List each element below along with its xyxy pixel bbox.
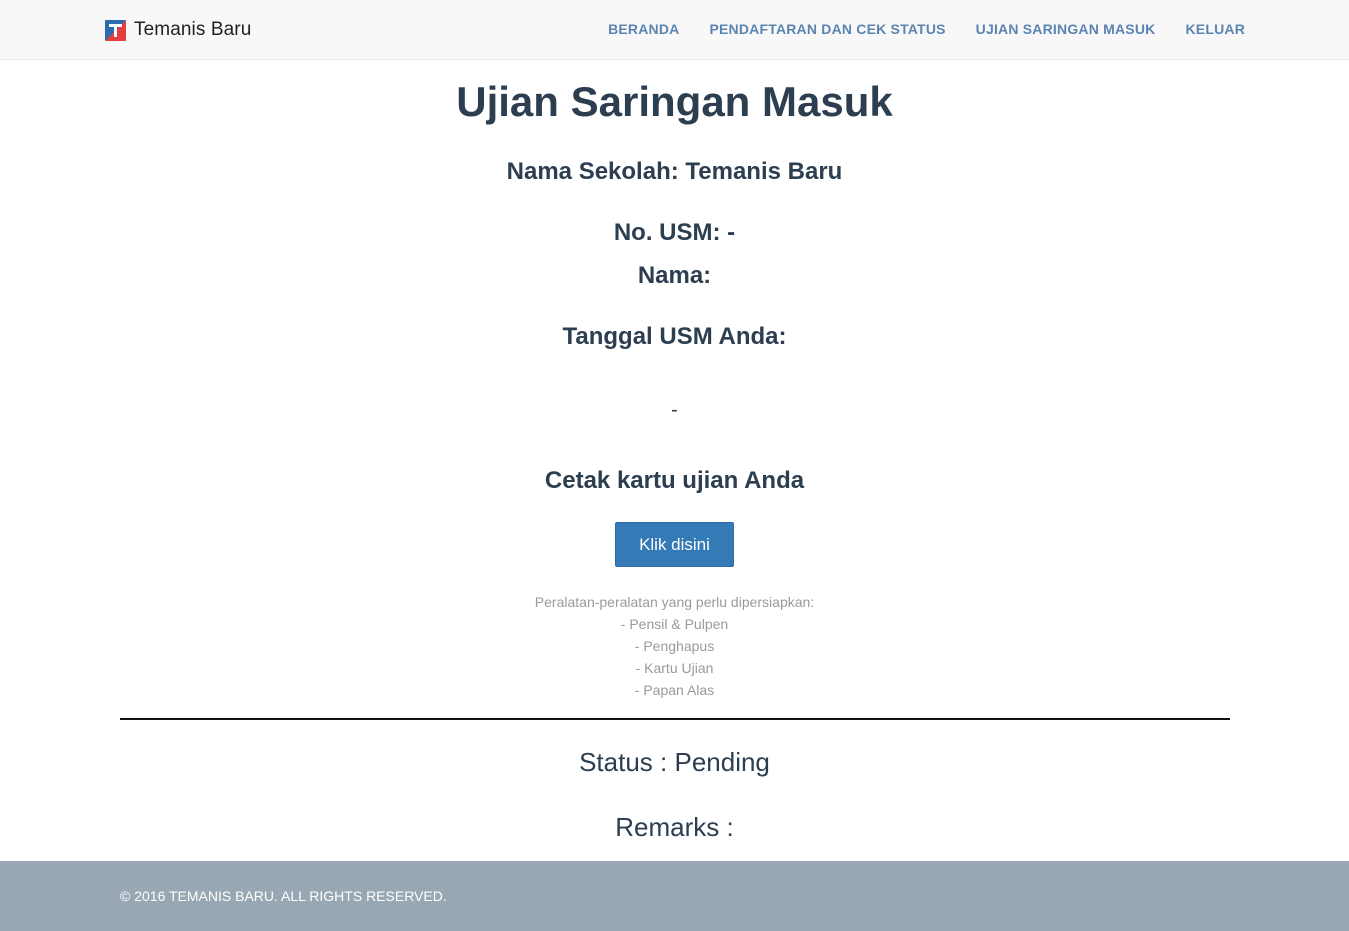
copyright-text: © 2016 TEMANIS BARU. ALL RIGHTS RESERVED…	[120, 888, 447, 904]
remarks-text: Remarks :	[615, 812, 734, 842]
print-card-heading: Cetak kartu ujian Anda	[544, 467, 805, 494]
page-title: Ujian Saringan Masuk	[456, 78, 893, 125]
top-navbar: Temanis Baru BERANDA PENDAFTARAN DAN CEK…	[0, 0, 1349, 60]
usm-number: No. USM: -	[613, 219, 736, 246]
equipment-list: Peralatan-peralatan yang perlu dipersiap…	[0, 591, 1349, 701]
nav-link-pendaftaran[interactable]: PENDAFTARAN DAN CEK STATUS	[709, 21, 945, 37]
student-name: Nama:	[637, 262, 712, 289]
equipment-item: - Papan Alas	[634, 682, 715, 698]
brand-logo-icon	[105, 19, 126, 41]
brand-name: Temanis Baru	[134, 19, 252, 40]
nav-link-keluar[interactable]: KELUAR	[1185, 21, 1245, 37]
status-text: Status : Pending	[579, 747, 770, 777]
print-card-button[interactable]: Klik disini	[615, 522, 734, 567]
section-divider	[120, 718, 1230, 720]
usm-date-value: -	[671, 399, 678, 421]
equipment-item: - Penghapus	[634, 638, 715, 654]
nav-link-beranda[interactable]: BERANDA	[608, 21, 679, 37]
usm-date-label: Tanggal USM Anda:	[562, 323, 787, 350]
nav-link-ujian-saringan[interactable]: UJIAN SARINGAN MASUK	[976, 21, 1156, 37]
page-footer: © 2016 TEMANIS BARU. ALL RIGHTS RESERVED…	[0, 861, 1349, 931]
brand-link[interactable]: Temanis Baru	[105, 19, 251, 41]
equipment-item: - Pensil & Pulpen	[620, 616, 729, 632]
equipment-item: - Kartu Ujian	[635, 660, 714, 676]
school-name: Nama Sekolah: Temanis Baru	[506, 158, 843, 185]
equipment-intro: Peralatan-peralatan yang perlu dipersiap…	[534, 594, 815, 610]
nav-menu: BERANDA PENDAFTARAN DAN CEK STATUS UJIAN…	[608, 21, 1245, 37]
